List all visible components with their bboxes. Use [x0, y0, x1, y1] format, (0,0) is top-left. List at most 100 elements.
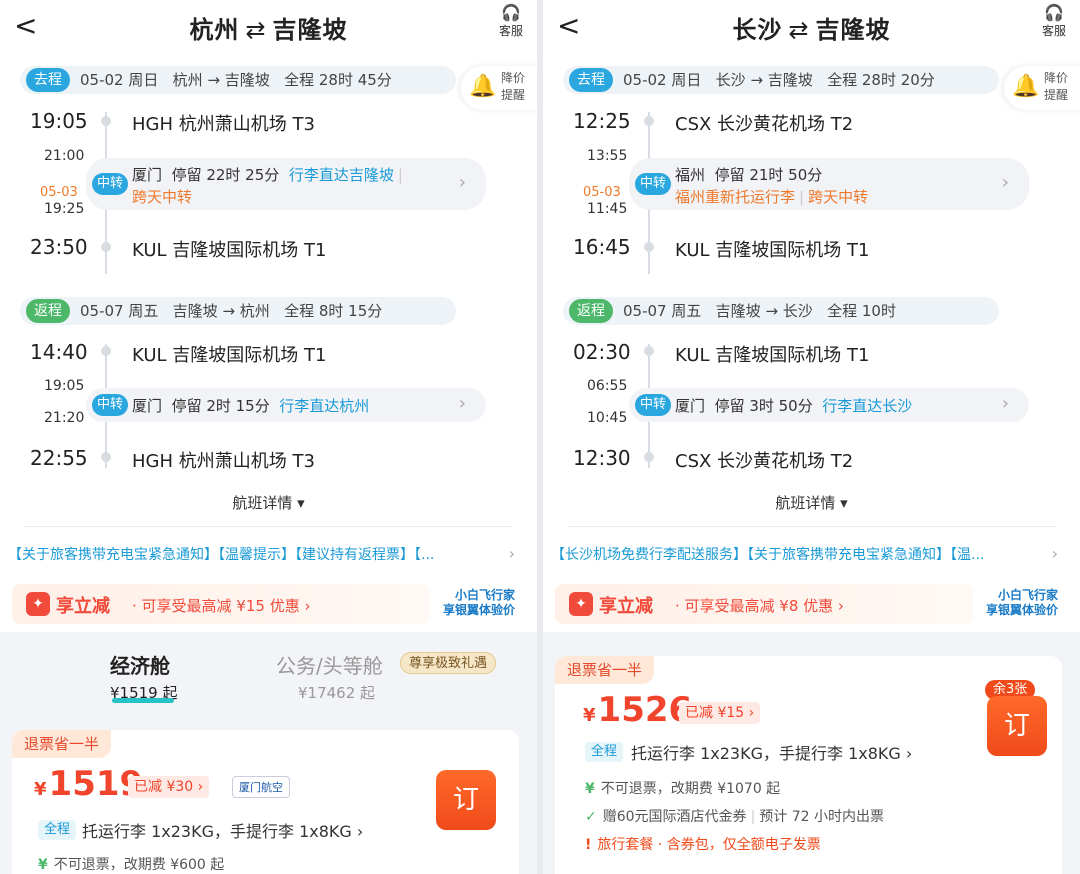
promo-banner[interactable]: ✦ 享立减 · 可享受最高减 ¥15 优惠 › — [12, 584, 430, 624]
book-button[interactable]: 订 — [987, 696, 1047, 756]
stop-arr-time: 21:00 — [44, 148, 85, 164]
chevron-right-icon: › — [458, 393, 466, 414]
return-info: 05-07 周五 吉隆坡 → 长沙 全程 10时 — [623, 297, 896, 325]
baggage-info[interactable]: 托运行李 1x23KG，手提行李 1x8KG › — [631, 740, 912, 764]
baggage-note: 行李直达杭州 — [279, 397, 370, 415]
arr-airport: KUL 吉隆坡国际机场 T1 — [132, 240, 327, 261]
flight-details-toggle[interactable]: 航班详情 ▾ — [543, 492, 1080, 513]
dep-time: 14:40 — [30, 340, 88, 364]
stop-dep-time: 10:45 — [587, 410, 628, 426]
service-label: 客服 — [1041, 24, 1066, 38]
overnight-note: 跨天中转 — [808, 188, 869, 206]
stop-duration: 停留 21时 50分 — [714, 166, 823, 184]
gift-voucher: ✓ 赠60元国际酒店代金券 | 预计 72 小时内出票 — [585, 809, 884, 825]
transfer-badge: 中转 — [635, 394, 671, 416]
tab-business[interactable]: 公务/头等舱 — [276, 650, 383, 679]
stop-city: 厦门 — [132, 397, 163, 415]
flight-details-toggle[interactable]: 航班详情 ▾ — [0, 492, 537, 513]
return-route: 吉隆坡 → 长沙 — [715, 302, 813, 320]
promo-desc: · 可享受最高减 ¥8 优惠 › — [675, 597, 844, 615]
timeline-dot — [644, 346, 654, 356]
swap-icon[interactable]: ⇄ — [788, 16, 809, 44]
refund-tag: 退票省一半 — [12, 730, 112, 758]
alert-line1: 降价 — [1044, 71, 1069, 85]
arr-airport: KUL 吉隆坡国际机场 T1 — [675, 240, 870, 261]
bell-icon: 🔔 — [1012, 74, 1040, 99]
discount-tag[interactable]: 已减 ¥15 › — [679, 702, 761, 724]
outbound-total: 全程 28时 20分 — [827, 71, 935, 89]
price-alert-button[interactable]: 🔔 降价 提醒 — [1004, 66, 1080, 110]
dep-airport: KUL 吉隆坡国际机场 T1 — [675, 345, 870, 366]
full-trip-tag: 全程 — [38, 820, 77, 840]
transfer-row[interactable]: 中转 厦门 停留 2时 15分 行李直达杭州 › — [86, 388, 486, 422]
notice-bar[interactable]: 【长沙机场免费行李配送服务】【关于旅客携带充电宝紧急通知】【温... — [551, 544, 1056, 564]
check-icon: ✓ — [585, 809, 597, 825]
business-price: ¥17462 起 — [298, 684, 376, 702]
outbound-total: 全程 28时 45分 — [284, 71, 392, 89]
membership-link[interactable]: 小白飞行家 享银翼体验价 — [986, 588, 1058, 618]
arr-time: 23:50 — [30, 235, 88, 259]
notice-bar[interactable]: 【关于旅客携带充电宝紧急通知】【温馨提示】【建议持有返程票】【... — [8, 544, 513, 564]
transfer-row[interactable]: 中转 厦门 停留 3时 50分 行李直达长沙 › — [629, 388, 1029, 422]
dep-airport: KUL 吉隆坡国际机场 T1 — [132, 345, 327, 366]
right-panel: < 长沙 ⇄ 吉隆坡 🎧 客服 🔔 降价 提醒 去程 05-02 周日 长沙 → 吉隆… — [543, 0, 1080, 874]
outbound-route: 长沙 → 吉隆坡 — [715, 71, 813, 89]
yen-icon: ¥ — [38, 857, 48, 873]
book-button[interactable]: 订 — [436, 770, 496, 830]
dep-airport: HGH 杭州萧山机场 T3 — [132, 114, 315, 135]
alert-line1: 降价 — [501, 71, 526, 85]
stop-dep-time: 19:25 — [44, 201, 85, 217]
return-total: 全程 10时 — [827, 302, 896, 320]
stop-city: 厦门 — [132, 166, 163, 184]
swap-icon[interactable]: ⇄ — [245, 16, 266, 44]
transfer-badge: 中转 — [635, 173, 671, 195]
header: < 杭州 ⇄ 吉隆坡 🎧 客服 — [0, 0, 537, 56]
transfer-badge: 中转 — [92, 173, 128, 195]
stop-dep-time: 21:20 — [44, 410, 85, 426]
arr-time: 12:30 — [573, 446, 631, 470]
promo-banner[interactable]: ✦ 享立减 · 可享受最高减 ¥8 优惠 › — [555, 584, 973, 624]
baggage-note: 福州重新托运行李 — [675, 188, 796, 206]
promo-title: 享立减 — [599, 596, 653, 617]
membership-name: 小白飞行家 — [997, 588, 1058, 602]
route-title: 杭州 ⇄ 吉隆坡 — [0, 10, 537, 45]
timeline-dot — [101, 452, 111, 462]
arr-time: 16:45 — [573, 235, 631, 259]
header: < 长沙 ⇄ 吉隆坡 🎧 客服 — [543, 0, 1080, 56]
return-date: 05-07 周五 — [80, 302, 159, 320]
stop-duration: 停留 2时 15分 — [171, 397, 270, 415]
membership-link[interactable]: 小白飞行家 享银翼体验价 — [443, 588, 515, 618]
dep-time: 02:30 — [573, 340, 631, 364]
yen-icon: ¥ — [585, 781, 595, 797]
timeline-dot — [644, 116, 654, 126]
discount-tag[interactable]: 已减 ¥30 › — [128, 776, 210, 798]
fare-card[interactable]: 退票省一半 ¥1526 已减 ¥15 › 余3张 订 全程 托运行李 1x23K… — [555, 656, 1062, 874]
service-button[interactable]: 🎧 客服 — [499, 4, 523, 39]
baggage-info[interactable]: 托运行李 1x23KG，手提行李 1x8KG › — [82, 818, 363, 842]
transfer-row[interactable]: 中转 厦门 停留 22时 25分 行李直达吉隆坡 | 跨天中转 › — [86, 158, 486, 210]
overnight-note: 跨天中转 — [132, 188, 193, 206]
service-button[interactable]: 🎧 客服 — [1042, 4, 1066, 39]
route-title: 长沙 ⇄ 吉隆坡 — [543, 10, 1080, 45]
to-city: 吉隆坡 — [272, 16, 348, 44]
membership-name: 小白飞行家 — [454, 588, 515, 602]
return-tag: 返程 — [569, 299, 613, 323]
timeline-dot — [101, 242, 111, 252]
from-city: 杭州 — [189, 16, 240, 44]
dep-time: 12:25 — [573, 109, 631, 133]
arr-time: 22:55 — [30, 446, 88, 470]
stop-city: 厦门 — [675, 397, 706, 415]
tab-underline — [112, 698, 174, 703]
price-alert-button[interactable]: 🔔 降价 提醒 — [461, 66, 537, 110]
tab-economy[interactable]: 经济舱 — [110, 650, 170, 679]
headset-icon: 🎧 — [501, 3, 521, 22]
stop-duration: 停留 3时 50分 — [714, 397, 813, 415]
ticketing-time: 预计 72 小时内出票 — [759, 809, 884, 825]
next-day-date: 05-03 — [40, 185, 78, 200]
fare-card[interactable]: 退票省一半 ¥1519 已减 ¥30 › 厦门航空 订 全程 托运行李 1x23… — [12, 730, 519, 874]
transfer-row[interactable]: 中转 福州 停留 21时 50分 福州重新托运行李 | 跨天中转 › — [629, 158, 1029, 210]
return-date: 05-07 周五 — [623, 302, 702, 320]
chevron-right-icon: › — [1001, 172, 1009, 193]
headset-icon: 🎧 — [1044, 3, 1064, 22]
voucher-text: 赠60元国际酒店代金券 — [602, 809, 747, 825]
